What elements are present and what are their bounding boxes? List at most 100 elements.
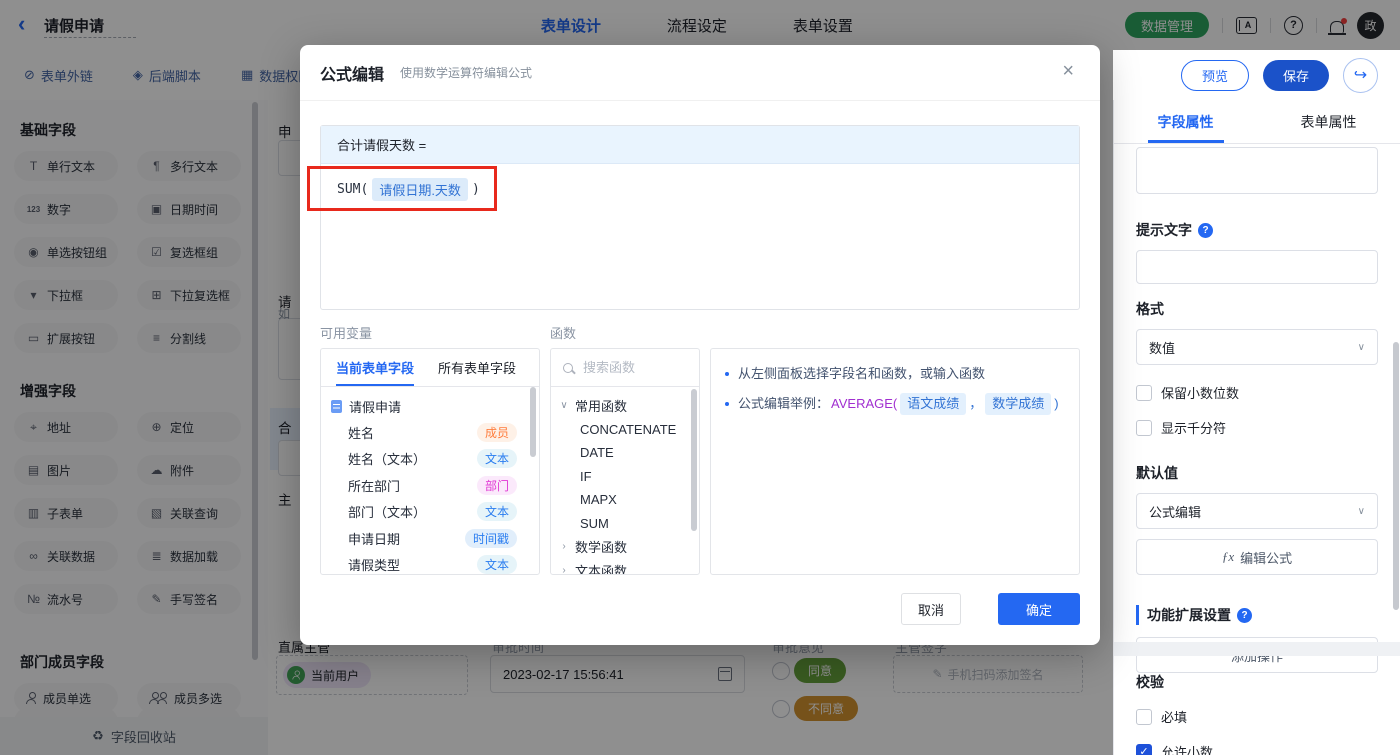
toolbar-actions: 预览 保存 ↪ xyxy=(1181,50,1378,100)
allow-decimal-label: 允许小数 xyxy=(1161,742,1213,755)
variable-name: 所在部门 xyxy=(348,476,400,495)
hint-help-icon[interactable]: ? xyxy=(1198,223,1213,238)
caret-icon: › xyxy=(559,565,569,575)
formula-edit-modal: 公式编辑 使用数学运算符编辑公式 × 合计请假天数 = SUM( 请假日期.天数… xyxy=(300,45,1100,645)
modal-overlay xyxy=(0,0,1400,50)
variables-tab-1[interactable]: 所有表单字段 xyxy=(438,349,516,386)
function-search[interactable] xyxy=(551,349,699,387)
modal-header: 公式编辑 使用数学运算符编辑公式 × xyxy=(300,45,1100,101)
tip-comma: ， xyxy=(969,394,982,414)
extension-help-icon[interactable]: ? xyxy=(1237,608,1252,623)
close-icon[interactable]: × xyxy=(1062,61,1074,81)
caret-icon: › xyxy=(559,541,569,552)
properties-tab-0[interactable]: 字段属性 xyxy=(1114,100,1257,143)
variable-type-tag: 成员 xyxy=(477,423,517,442)
required-label: 必填 xyxy=(1161,707,1187,726)
function-item-SUM[interactable]: SUM xyxy=(559,512,699,536)
tip-text: 从左侧面板选择字段名和函数，或输入函数 xyxy=(738,364,985,384)
variable-type-tag: 部门 xyxy=(477,476,517,495)
edit-formula-button[interactable]: ƒx 编辑公式 xyxy=(1136,539,1378,575)
function-group-label: 文本函数 xyxy=(575,561,627,575)
tip-line-2: 公式编辑举例： AVERAGE( 语文成绩 ， 数学成绩 ) xyxy=(725,393,1065,415)
function-group-2[interactable]: › 文本函数 xyxy=(559,559,699,576)
chevron-down-icon: ∨ xyxy=(1358,342,1365,353)
format-select[interactable]: 数值 ∨ xyxy=(1136,329,1378,365)
default-value-select[interactable]: 公式编辑 ∨ xyxy=(1136,493,1378,529)
properties-body: 提示文字 ? 格式 数值 ∨ 保留小数位数 显示千分符 默认值 公式编辑 ∨ xyxy=(1114,147,1400,673)
fx-icon: ƒx xyxy=(1222,549,1234,565)
formula-editor[interactable]: 合计请假天数 = SUM( 请假日期.天数 ) xyxy=(320,125,1080,310)
tip-example-chip: 语文成绩 xyxy=(900,393,966,415)
form-root-label: 请假申请 xyxy=(349,397,401,416)
modal-footer: 取消 确定 xyxy=(901,593,1080,625)
caret-icon: ∨ xyxy=(559,400,569,411)
thousand-sep-checkbox[interactable] xyxy=(1136,420,1152,436)
function-item-CONCATENATE[interactable]: CONCATENATE xyxy=(559,418,699,442)
form-root-node[interactable]: 请假申请 xyxy=(321,393,539,419)
modal-subtitle: 使用数学运算符编辑公式 xyxy=(400,64,532,81)
window-scrollbar[interactable] xyxy=(1393,342,1399,610)
form-designer-app: ‹ 请假申请 表单设计流程设定表单设置 数据管理 A ? 政 ⊘表单外链◈后端脚… xyxy=(0,0,1400,755)
variables-panel: 当前表单字段所有表单字段 请假申请 姓名成员姓名（文本） 文本所在部门 部门部门（文… xyxy=(320,348,540,575)
variable-row-2[interactable]: 所在部门 部门 xyxy=(321,472,539,499)
required-checkbox[interactable] xyxy=(1136,709,1152,725)
variables-tab-0[interactable]: 当前表单字段 xyxy=(336,349,414,386)
variable-type-tag: 时间戳 xyxy=(465,529,517,548)
hint-text-input[interactable] xyxy=(1136,250,1378,284)
tips-panel: 从左侧面板选择字段名和函数，或输入函数 公式编辑举例： AVERAGE( 语文成… xyxy=(710,348,1080,575)
annotation-rectangle xyxy=(307,166,497,211)
tip-example-chip: 数学成绩 xyxy=(985,393,1051,415)
hint-label-row: 提示文字 ? xyxy=(1136,220,1378,240)
variable-row-5[interactable]: 请假类型文本 xyxy=(321,552,539,576)
format-value: 数值 xyxy=(1149,338,1175,357)
chevron-down-icon: ∨ xyxy=(1358,506,1365,517)
bullet-icon xyxy=(725,372,729,376)
properties-tab-1[interactable]: 表单属性 xyxy=(1257,100,1400,143)
tip-example-function: AVERAGE( xyxy=(831,394,897,414)
modal-title: 公式编辑 xyxy=(320,61,384,85)
function-group-label: 数学函数 xyxy=(575,537,627,556)
clipped-input[interactable] xyxy=(1136,147,1378,194)
format-label: 格式 xyxy=(1136,299,1378,319)
search-icon xyxy=(563,363,573,373)
function-group-0[interactable]: ∨ 常用函数 xyxy=(559,394,699,418)
function-tree: ∨ 常用函数 CONCATENATEDATEIFMAPXSUM › 数学函数 › 文本函数 xyxy=(551,387,699,575)
thousand-sep-option: 显示千分符 xyxy=(1136,418,1378,437)
tip-line-1: 从左侧面板选择字段名和函数，或输入函数 xyxy=(725,364,1065,384)
variables-tabs: 当前表单字段所有表单字段 xyxy=(321,349,539,387)
variable-row-1[interactable]: 姓名（文本） 文本 xyxy=(321,446,539,473)
variables-scrollbar[interactable] xyxy=(530,387,536,457)
allow-decimal-checkbox[interactable]: ✓ xyxy=(1136,744,1152,755)
confirm-button[interactable]: 确定 xyxy=(998,593,1080,625)
decimal-digits-option: 保留小数位数 xyxy=(1136,383,1378,402)
variable-type-tag: 文本 xyxy=(477,449,517,468)
function-item-DATE[interactable]: DATE xyxy=(559,441,699,465)
variable-row-4[interactable]: 申请日期时间戳 xyxy=(321,525,539,552)
function-group-1[interactable]: › 数学函数 xyxy=(559,535,699,559)
save-button[interactable]: 保存 xyxy=(1263,60,1329,91)
functions-panel: ∨ 常用函数 CONCATENATEDATEIFMAPXSUM › 数学函数 › 文本函数 xyxy=(550,348,700,575)
function-search-input[interactable] xyxy=(581,359,685,376)
variable-name: 姓名（文本） xyxy=(348,449,426,468)
functions-scrollbar[interactable] xyxy=(691,389,697,531)
variables-label: 可用变量 xyxy=(320,323,372,342)
extension-settings-label: 功能扩展设置 xyxy=(1147,605,1231,625)
variable-row-0[interactable]: 姓名成员 xyxy=(321,419,539,446)
allow-decimal-option: ✓ 允许小数 xyxy=(1136,742,1378,755)
variable-name: 部门（文本） xyxy=(348,502,426,521)
validation-section: 校验 必填 ✓ 允许小数 xyxy=(1114,672,1400,755)
required-option: 必填 xyxy=(1136,707,1378,726)
properties-tabs: 字段属性表单属性 xyxy=(1114,100,1400,144)
function-group-label: 常用函数 xyxy=(575,396,627,415)
cancel-button[interactable]: 取消 xyxy=(901,593,961,625)
formula-target: 合计请假天数 = xyxy=(321,126,1079,164)
tip-example-prefix: 公式编辑举例： xyxy=(738,394,829,414)
properties-panel: 字段属性表单属性 提示文字 ? 格式 数值 ∨ 保留小数位数 显示千分符 默认值 xyxy=(1113,100,1400,755)
variable-row-3[interactable]: 部门（文本）文本 xyxy=(321,499,539,526)
preview-button[interactable]: 预览 xyxy=(1181,60,1249,91)
decimal-digits-checkbox[interactable] xyxy=(1136,385,1152,401)
function-item-IF[interactable]: IF xyxy=(559,465,699,489)
edit-formula-label: 编辑公式 xyxy=(1240,548,1292,567)
share-icon[interactable]: ↪ xyxy=(1343,58,1378,93)
function-item-MAPX[interactable]: MAPX xyxy=(559,488,699,512)
